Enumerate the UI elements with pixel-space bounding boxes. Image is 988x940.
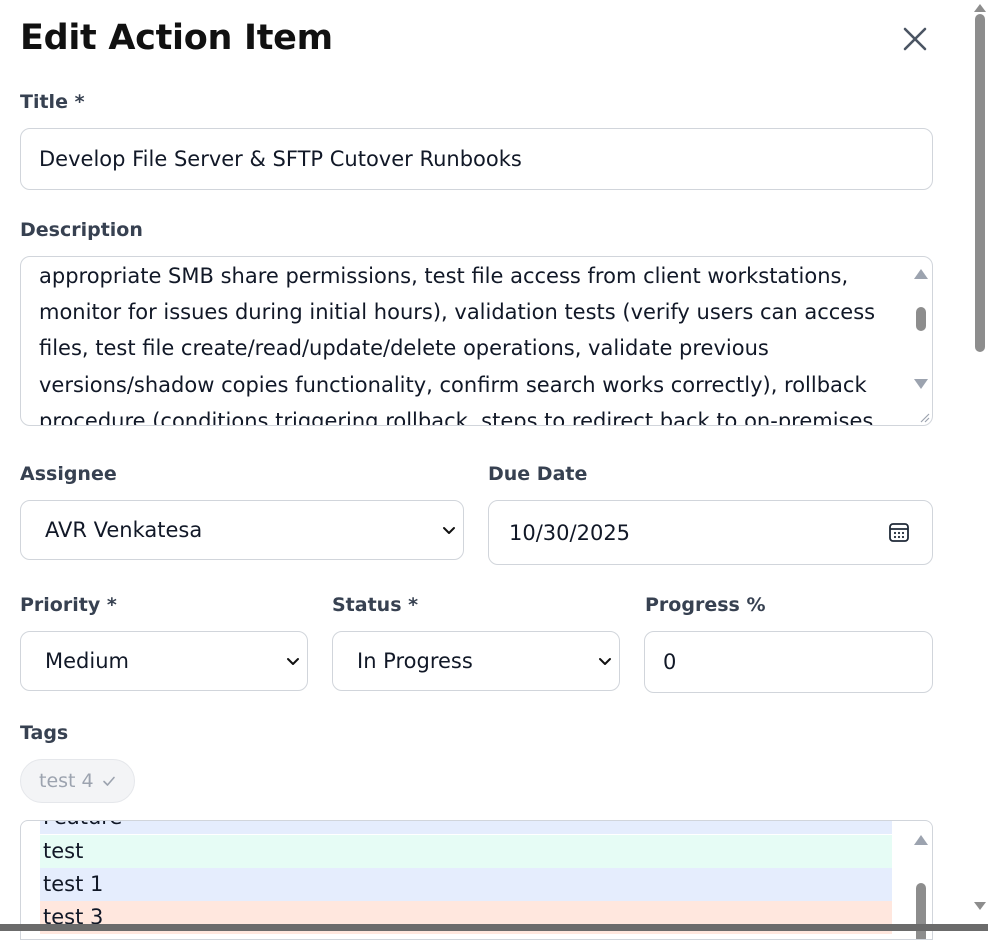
page-scroll-down-icon[interactable]	[974, 902, 986, 910]
tag-option-feature[interactable]: Feature	[40, 821, 892, 834]
tags-label: Tags	[20, 722, 69, 744]
check-icon	[102, 776, 115, 786]
calendar-icon[interactable]	[888, 521, 910, 543]
selected-tag-chip[interactable]: test 4	[20, 759, 135, 803]
description-label: Description	[20, 219, 143, 241]
due-date-input[interactable]: 10/30/2025	[488, 500, 933, 565]
selected-tag-label: test 4	[39, 770, 94, 792]
close-icon	[903, 27, 927, 51]
chevron-down-icon	[599, 658, 611, 665]
progress-value: 0	[663, 650, 677, 674]
chevron-down-icon	[287, 658, 299, 665]
page-scrollbar[interactable]	[970, 0, 988, 931]
progress-label: Progress %	[645, 594, 766, 616]
tags-multiselect[interactable]: Feature test test 1 test 3	[20, 820, 933, 940]
tags-scroll-up-icon[interactable]	[914, 835, 928, 845]
description-textarea[interactable]: appropriate SMB share permissions, test …	[20, 256, 933, 426]
priority-select-value: Medium	[45, 649, 129, 673]
title-label: Title *	[20, 91, 85, 113]
status-label: Status *	[332, 594, 419, 616]
page-title: Edit Action Item	[20, 18, 333, 58]
description-scroll-down-icon[interactable]	[914, 379, 928, 389]
priority-select[interactable]: Medium	[20, 631, 308, 691]
tag-option-test-1[interactable]: test 1	[40, 868, 892, 901]
chevron-down-icon	[443, 527, 455, 534]
assignee-select[interactable]: AVR Venkatesa	[20, 500, 464, 560]
description-text: appropriate SMB share permissions, test …	[39, 264, 876, 425]
assignee-select-value: AVR Venkatesa	[45, 518, 203, 542]
assignee-label: Assignee	[20, 463, 117, 485]
due-date-value: 10/30/2025	[509, 520, 631, 545]
tag-option-test[interactable]: test	[40, 835, 892, 868]
due-date-label: Due Date	[488, 463, 588, 485]
description-viewport: appropriate SMB share permissions, test …	[39, 257, 906, 425]
title-input[interactable]: Develop File Server & SFTP Cutover Runbo…	[20, 128, 933, 190]
status-select[interactable]: In Progress	[332, 631, 620, 691]
progress-input[interactable]: 0	[644, 631, 933, 693]
tags-scrollbar-thumb[interactable]	[916, 883, 926, 939]
bottom-edge-bar	[0, 924, 988, 931]
status-select-value: In Progress	[357, 649, 473, 673]
resize-handle-icon[interactable]	[918, 411, 930, 423]
priority-label: Priority *	[20, 594, 117, 616]
title-input-value: Develop File Server & SFTP Cutover Runbo…	[39, 147, 522, 171]
description-scroll-up-icon[interactable]	[914, 269, 928, 279]
page-scroll-up-icon[interactable]	[974, 4, 986, 12]
page-scrollbar-thumb[interactable]	[975, 14, 985, 352]
close-button[interactable]	[898, 22, 932, 56]
description-scrollbar-thumb[interactable]	[916, 307, 926, 331]
